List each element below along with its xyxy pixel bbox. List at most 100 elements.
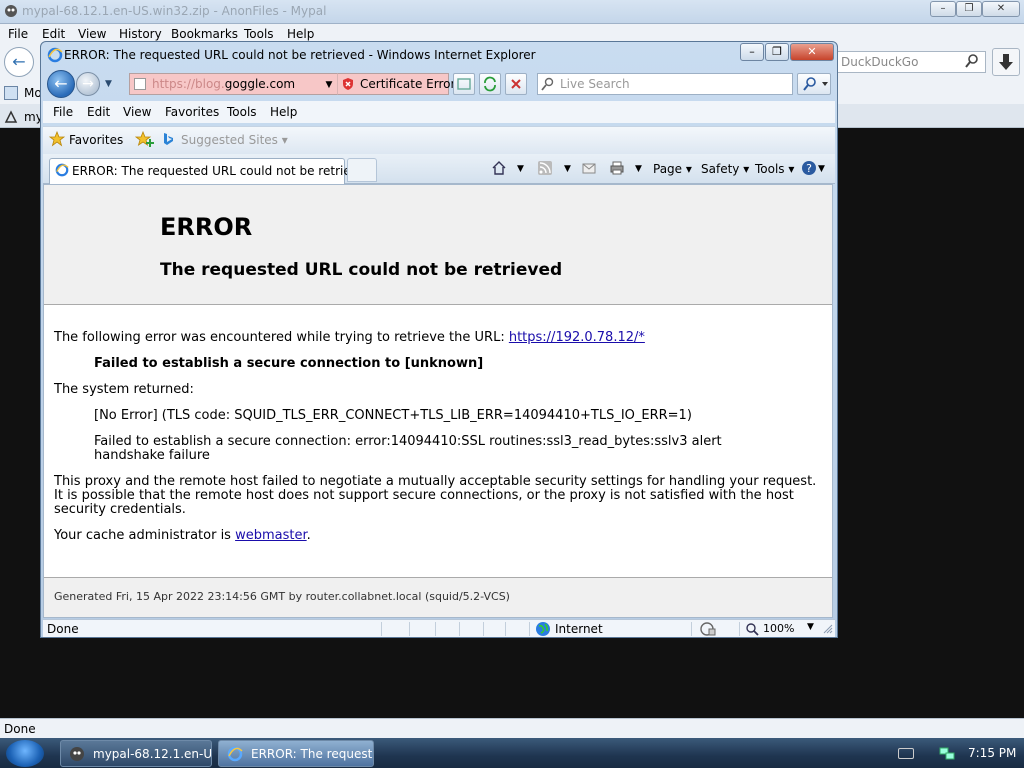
background-back-button[interactable]: ← bbox=[4, 47, 34, 77]
help-icon[interactable]: ? bbox=[801, 160, 817, 176]
feeds-icon[interactable] bbox=[537, 160, 553, 176]
zoom-level[interactable]: 100% bbox=[763, 622, 794, 635]
ie-tab-active[interactable]: ERROR: The requested URL could not be re… bbox=[49, 158, 373, 184]
webmaster-link[interactable]: webmaster bbox=[235, 528, 307, 543]
background-menu-tools[interactable]: Tools bbox=[244, 27, 274, 41]
generated-footer-text: Generated Fri, 15 Apr 2022 23:14:56 GMT … bbox=[54, 590, 510, 603]
favorites-star-icon[interactable] bbox=[49, 131, 65, 147]
background-menu-file[interactable]: File bbox=[8, 27, 28, 41]
status-divider bbox=[691, 622, 692, 636]
ie-menu-tools[interactable]: Tools bbox=[227, 105, 257, 119]
mail-icon[interactable] bbox=[581, 160, 597, 176]
page-menu-button[interactable]: Page ▾ bbox=[653, 162, 692, 176]
cache-admin-line: Your cache administrator is webmaster. bbox=[54, 529, 824, 543]
feeds-dropdown-icon[interactable]: ▼ bbox=[564, 164, 571, 174]
error-header: ERROR The requested URL could not be ret… bbox=[44, 185, 832, 305]
start-button[interactable] bbox=[6, 740, 44, 767]
system-clock[interactable]: 7:15 PM bbox=[968, 746, 1016, 760]
ie-minimize-button[interactable]: – bbox=[740, 43, 764, 61]
background-status-text: Done bbox=[4, 722, 36, 736]
print-icon[interactable] bbox=[609, 160, 625, 176]
new-tab-button[interactable] bbox=[347, 158, 377, 182]
ie-forward-button[interactable]: → bbox=[76, 72, 100, 96]
favorites-button[interactable]: Favorites bbox=[69, 133, 123, 147]
download-arrow-icon bbox=[999, 54, 1013, 70]
download-button[interactable] bbox=[992, 48, 1020, 76]
tools-menu-button[interactable]: Tools ▾ bbox=[755, 162, 794, 176]
background-maximize-button[interactable]: ❐ bbox=[956, 1, 982, 17]
internet-explorer-icon bbox=[227, 746, 243, 762]
keyboard-icon[interactable] bbox=[898, 748, 914, 759]
resize-grip-icon[interactable] bbox=[823, 624, 833, 634]
help-dropdown-icon[interactable]: ▼ bbox=[818, 164, 825, 174]
ie-status-bar: Done Internet 100% ▼ bbox=[43, 619, 835, 637]
background-menu-bookmarks[interactable]: Bookmarks bbox=[171, 27, 238, 41]
status-divider bbox=[529, 622, 530, 636]
background-menu-edit[interactable]: Edit bbox=[42, 27, 65, 41]
shield-error-icon bbox=[343, 78, 353, 90]
background-close-button[interactable]: ✕ bbox=[982, 1, 1020, 17]
network-icon[interactable] bbox=[938, 745, 956, 761]
taskbar-item-ie[interactable]: ERROR: The request... bbox=[218, 740, 374, 767]
background-menu-help[interactable]: Help bbox=[287, 27, 314, 41]
page-icon bbox=[134, 78, 146, 90]
background-menu-view[interactable]: View bbox=[78, 27, 106, 41]
ie-status-text: Done bbox=[47, 622, 79, 636]
taskbar-item-label: mypal-68.12.1.en-U... bbox=[93, 747, 212, 761]
search-button[interactable] bbox=[797, 73, 831, 95]
security-zone-label[interactable]: Internet bbox=[555, 622, 603, 636]
tab-favicon-icon bbox=[4, 110, 18, 123]
ie-search-input[interactable]: Live Search bbox=[537, 73, 793, 95]
svg-text:?: ? bbox=[806, 162, 812, 175]
refresh-button[interactable] bbox=[479, 73, 501, 95]
home-dropdown-icon[interactable]: ▼ bbox=[517, 164, 524, 174]
address-subdomain: blog. bbox=[195, 77, 225, 91]
ie-menu-view[interactable]: View bbox=[123, 105, 151, 119]
ie-maximize-button[interactable]: ❐ bbox=[765, 43, 789, 61]
zoom-dropdown-icon[interactable]: ▼ bbox=[807, 622, 814, 632]
system-returned-label: The system returned: bbox=[54, 382, 194, 397]
mypal-app-icon bbox=[5, 5, 17, 17]
home-icon[interactable] bbox=[491, 160, 507, 176]
ie-back-button[interactable]: ← bbox=[47, 70, 75, 98]
recent-pages-dropdown-icon[interactable]: ▼ bbox=[105, 79, 112, 89]
ie-menu-favorites[interactable]: Favorites bbox=[165, 105, 219, 119]
internet-zone-globe-icon bbox=[536, 622, 550, 636]
taskbar-item-mypal[interactable]: mypal-68.12.1.en-U... bbox=[60, 740, 212, 767]
error-subtitle: The requested URL could not be retrieved bbox=[160, 260, 563, 280]
error-url-link[interactable]: https://192.0.78.12/* bbox=[509, 330, 645, 345]
search-icon bbox=[541, 77, 554, 91]
ie-close-button[interactable]: ✕ bbox=[790, 43, 834, 61]
ie-menu-file[interactable]: File bbox=[53, 105, 73, 119]
error-title: ERROR bbox=[160, 213, 253, 241]
tls-code-message: [No Error] (TLS code: SQUID_TLS_ERR_CONN… bbox=[94, 408, 692, 423]
search-icon[interactable] bbox=[964, 53, 980, 69]
add-to-favorites-bar-icon[interactable] bbox=[135, 130, 155, 148]
address-protocol: https:// bbox=[152, 77, 196, 91]
stop-button[interactable] bbox=[505, 73, 527, 95]
taskbar-item-label: ERROR: The request... bbox=[251, 747, 374, 761]
compatibility-view-icon bbox=[457, 78, 471, 90]
suggested-sites-button[interactable]: Suggested Sites ▾ bbox=[181, 133, 288, 147]
cache-admin-prefix: Your cache administrator is bbox=[54, 528, 236, 543]
ie-menu-edit[interactable]: Edit bbox=[87, 105, 110, 119]
ie-menu-help[interactable]: Help bbox=[270, 105, 297, 119]
ie-window-title: ERROR: The requested URL could not be re… bbox=[64, 48, 536, 62]
print-dropdown-icon[interactable]: ▼ bbox=[635, 164, 642, 174]
status-divider bbox=[435, 622, 436, 636]
ie-address-bar[interactable]: https://blog.goggle.com bbox=[129, 73, 337, 95]
protected-mode-icon[interactable] bbox=[699, 621, 717, 637]
internet-explorer-icon bbox=[55, 163, 69, 177]
address-dropdown-icon[interactable]: ▼ bbox=[321, 73, 337, 95]
error-intro-text: The following error was encountered whil… bbox=[54, 330, 509, 345]
ie-address-row: ← → ▼ https://blog.goggle.com ▼ Certific… bbox=[45, 69, 833, 99]
background-menu-history[interactable]: History bbox=[119, 27, 162, 41]
background-minimize-button[interactable]: – bbox=[930, 1, 956, 17]
compatibility-view-button[interactable] bbox=[453, 73, 475, 95]
bing-icon bbox=[164, 133, 173, 145]
ie-menu-bar: File Edit View Favorites Tools Help bbox=[43, 101, 835, 123]
status-divider bbox=[739, 622, 740, 636]
error-footer: Generated Fri, 15 Apr 2022 23:14:56 GMT … bbox=[44, 577, 832, 617]
zoom-icon[interactable] bbox=[745, 622, 759, 636]
safety-menu-button[interactable]: Safety ▾ bbox=[701, 162, 749, 176]
